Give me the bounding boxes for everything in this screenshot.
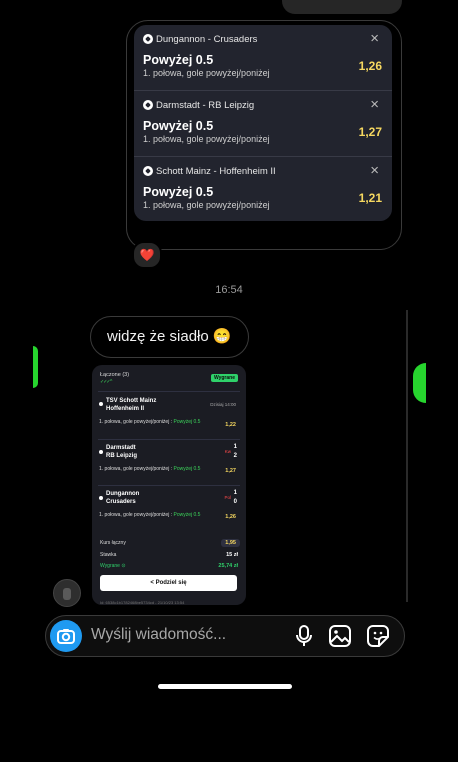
previous-message-bubble[interactable] [282,0,402,14]
message-input[interactable]: Wyślij wiadomość... [91,626,226,644]
sticker-icon[interactable] [366,624,390,648]
bet-pick: Powyżej 0.5 [143,119,214,133]
decoration-right [413,363,426,403]
slip-progress: ✓✓✓ ^ [100,379,112,385]
match-period: Pol [224,495,231,500]
slip-row: Dungannon Crusaders Pol 1 0 1. połowa, g… [98,485,240,534]
bet-item[interactable]: Schott Mainz - Hoffenheim II × Powyżej 0… [134,157,392,221]
win-value: 25,74 zł [218,563,238,569]
bet-odds: 1,26 [358,59,382,73]
soccer-ball-icon [99,450,103,454]
bet-match: Schott Mainz - Hoffenheim II [156,166,276,177]
bet-pick: Powyżej 0.5 [143,53,214,67]
score-1: 1 [233,490,237,496]
share-button: < Podziel się [100,575,237,591]
score-2: 2 [233,453,237,459]
slip-row: Darmstadt RB Leipzig Kw 1 2 1. połowa, g… [98,439,240,488]
total-odds-label: Kurs łączny [100,540,126,546]
shared-screenshot-image[interactable]: Łączone (3) ✓✓✓ ^ Wygrane TSV Schott Mai… [92,365,246,605]
bet-item[interactable]: Dungannon - Crusaders × Powyżej 0.5 1. p… [134,25,392,91]
match-time: Dzisiaj 14:00 [210,402,236,407]
slip-header: Łączone (3) [100,372,130,378]
bet-odds: 1,21 [358,191,382,205]
slip-row: TSV Schott Mainz Hoffenheim II Dzisiaj 1… [98,391,240,442]
status-badge: Wygrane [210,374,238,382]
slip-odds: 1,22 [225,422,236,428]
avatar[interactable] [53,579,81,607]
message-bubble[interactable]: widzę że siadło 😁 [90,316,249,358]
bet-item[interactable]: Darmstadt - RB Leipzig × Powyżej 0.5 1. … [134,91,392,157]
decoration-left [33,346,38,388]
gallery-icon[interactable] [328,624,352,648]
slip-footer: Id: 6538c1b1782468be5734cd - 21/10/23 13… [100,600,185,605]
stake-label: Stawka [100,552,117,558]
slip-market: 1. połowa, gole powyżej/poniżej : Powyże… [99,466,201,472]
bet-market: 1. połowa, gole powyżej/poniżej [143,134,270,144]
total-odds: 1,95 [221,539,240,547]
bet-market: 1. połowa, gole powyżej/poniżej [143,68,270,78]
divider [406,310,408,602]
slip-odds: 1,27 [225,468,236,474]
soccer-ball-icon [99,402,103,406]
slip-market: 1. połowa, gole powyżej/poniżej : Powyże… [99,419,201,425]
win-label: Wygrane ⊙ [100,563,126,569]
soccer-ball-icon [143,166,153,176]
bet-slip-card[interactable]: Dungannon - Crusaders × Powyżej 0.5 1. p… [134,25,392,221]
team-1: TSV Schott Mainz [106,398,157,404]
team-2: Crusaders [106,499,136,505]
home-indicator [158,684,292,689]
bet-match: Darmstadt - RB Leipzig [156,100,255,111]
close-icon[interactable]: × [370,96,379,113]
team-2: Hoffenheim II [106,406,145,412]
team-1: Darmstadt [106,445,136,451]
bet-odds: 1,27 [358,125,382,139]
bet-pick: Powyżej 0.5 [143,185,214,199]
soccer-ball-icon [143,100,153,110]
microphone-icon[interactable] [292,624,316,648]
soccer-ball-icon [143,34,153,44]
camera-icon [57,629,75,644]
close-icon[interactable]: × [370,30,379,47]
team-1: Dungannon [106,491,140,497]
bet-match: Dungannon - Crusaders [156,34,258,45]
soccer-ball-icon [99,496,103,500]
score-1: 1 [233,444,237,450]
camera-button[interactable] [50,620,82,652]
stake-value: 15 zł [226,552,238,558]
message-timestamp: 16:54 [215,284,243,296]
slip-market: 1. połowa, gole powyżej/poniżej : Powyże… [99,512,201,518]
close-icon[interactable]: × [370,162,379,179]
heart-reaction[interactable]: ❤️ [132,241,162,269]
bet-market: 1. połowa, gole powyżej/poniżej [143,200,270,210]
slip-odds: 1,26 [225,514,236,520]
score-2: 0 [233,499,237,505]
team-2: RB Leipzig [106,453,137,459]
match-period: Kw [224,449,231,454]
